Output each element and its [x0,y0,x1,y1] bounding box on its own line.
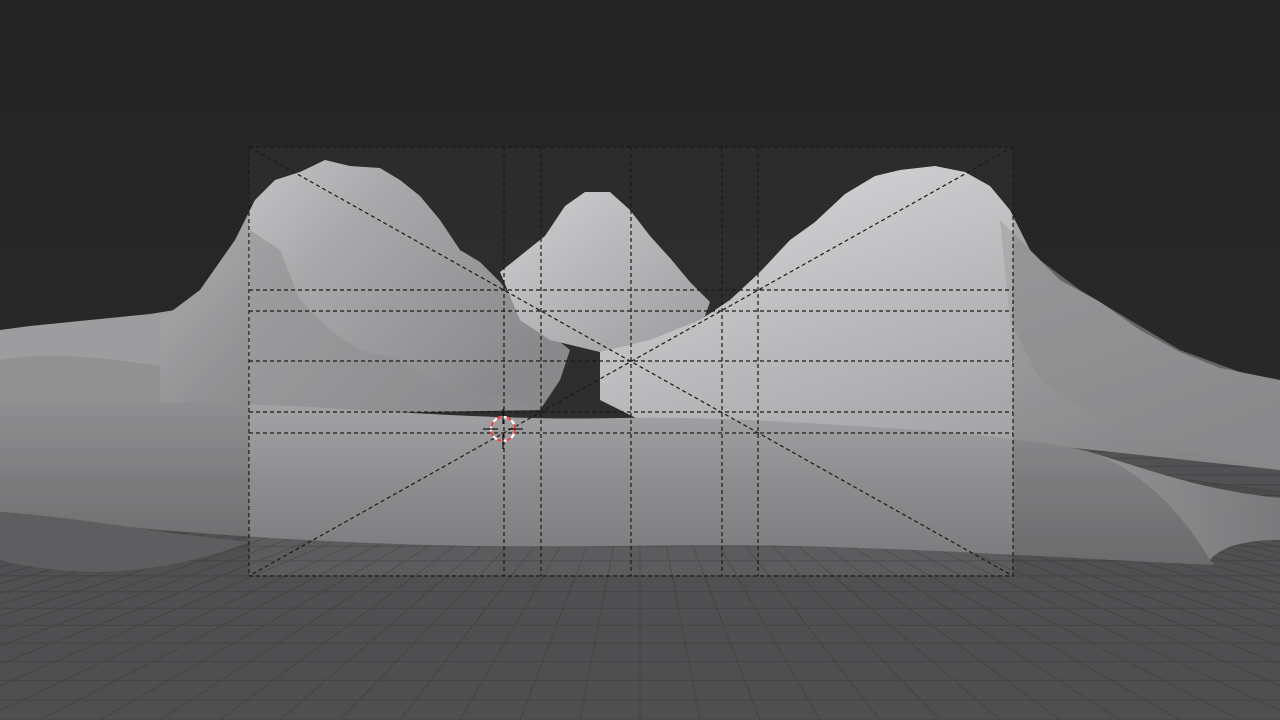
viewport-canvas[interactable] [0,0,1280,720]
3d-viewport[interactable] [0,0,1280,720]
